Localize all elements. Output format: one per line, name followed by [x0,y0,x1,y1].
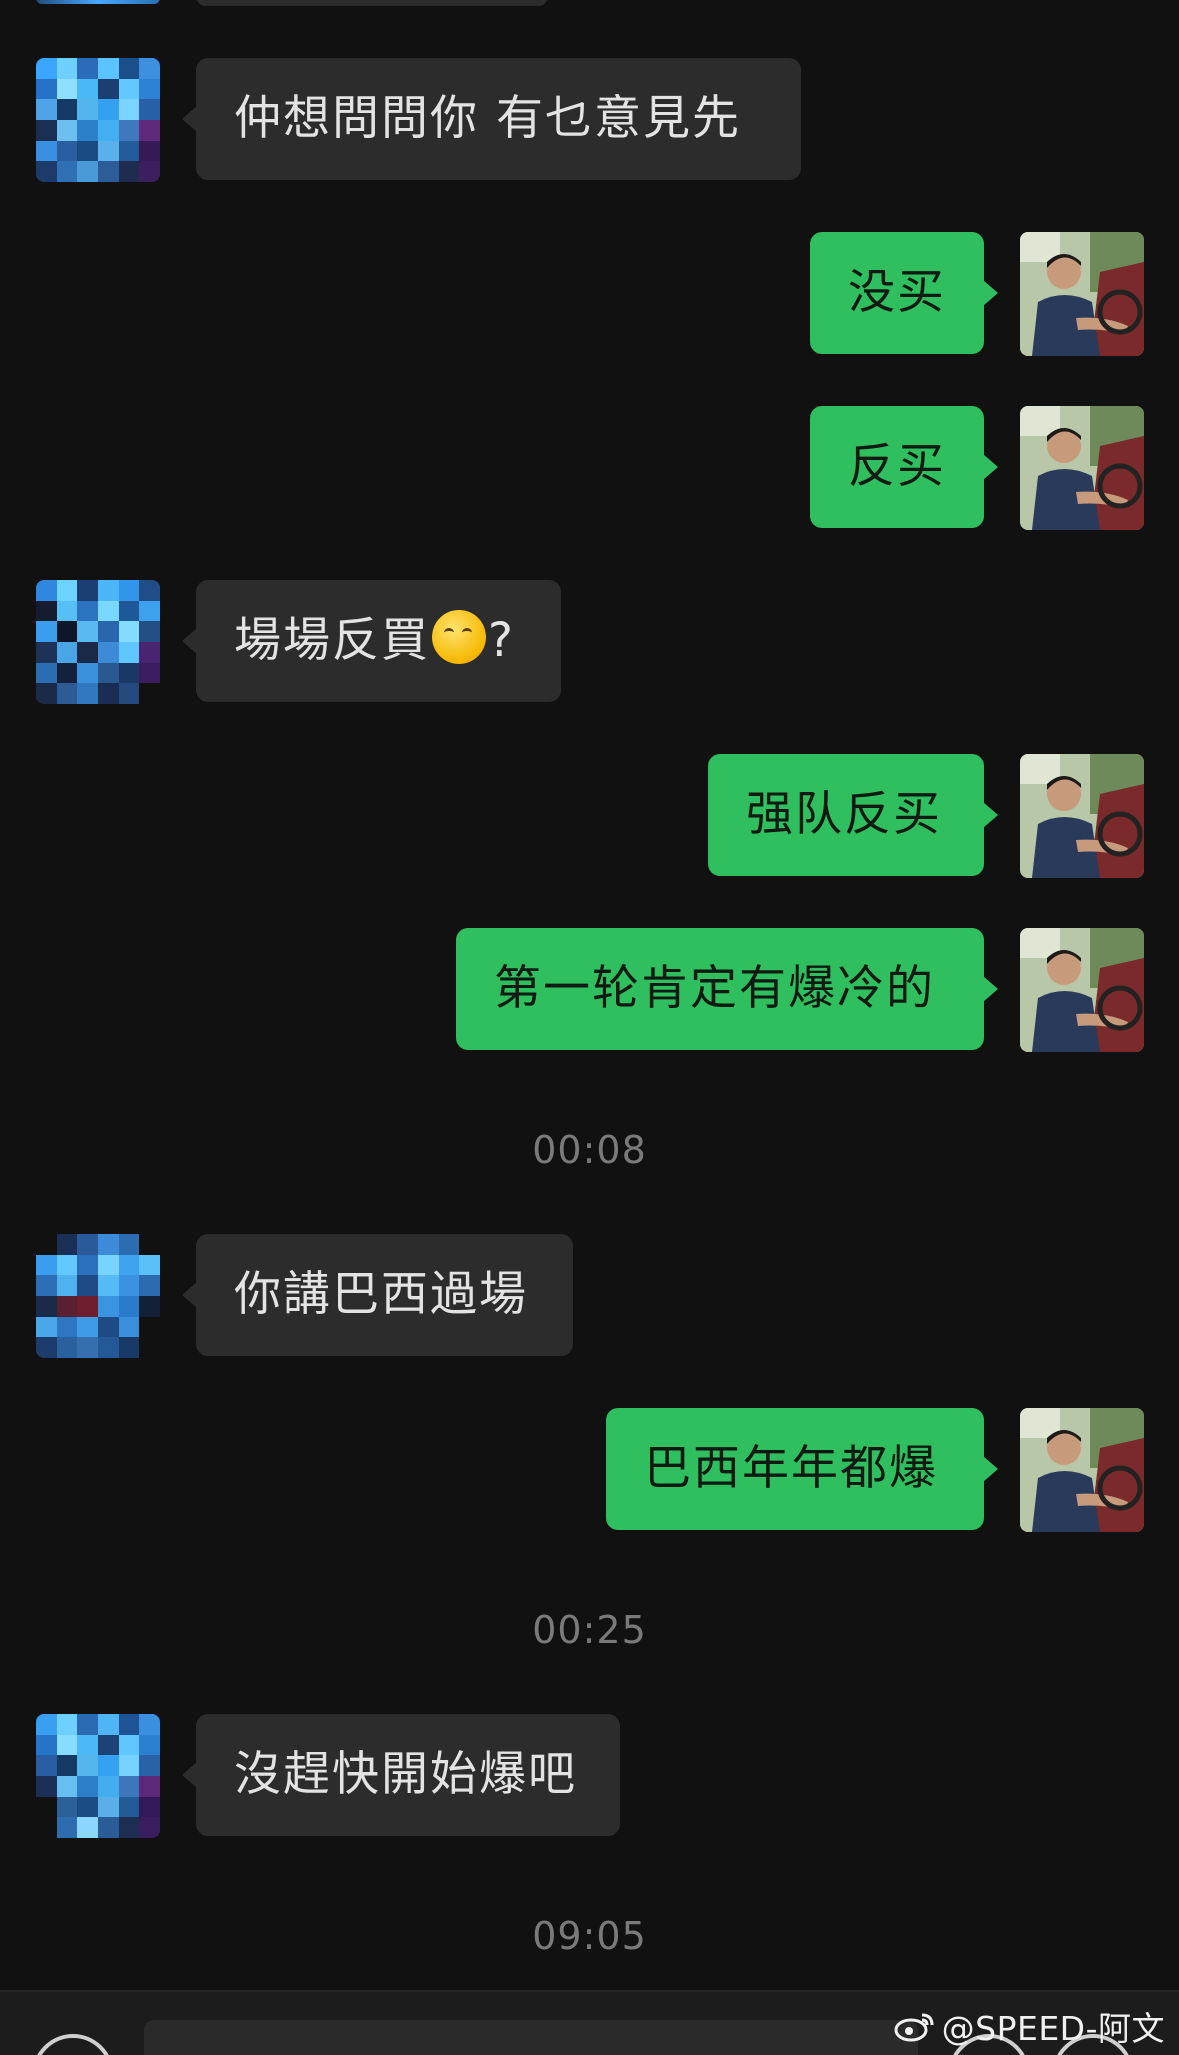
message-bubble[interactable]: 仲想問問你 有乜意見先 [182,58,801,180]
message-text: 你講巴西過場 [234,1267,528,1322]
message-text: 場場反買 [234,613,430,668]
user-avatar-photo [1020,1408,1144,1532]
message-text-suffix: ? [488,613,515,668]
user-avatar-photo [1020,928,1144,1052]
message-bubble[interactable]: 沒趕快開始爆吧 [182,1714,620,1836]
weibo-watermark: @SPEED-阿文 [894,2004,1165,2048]
message-bubble-partial [196,0,548,6]
message-bubble[interactable]: 强队反买 [708,754,998,876]
message-input[interactable] [144,2020,918,2055]
user-avatar-photo [1020,406,1144,530]
user-avatar[interactable] [1020,754,1144,878]
contact-avatar-pixelated[interactable] [36,58,160,182]
message-bubble[interactable]: 反买 [810,406,998,528]
message-text: 反买 [848,439,946,494]
voice-icon[interactable] [32,2034,114,2055]
contact-avatar-pixelated[interactable] [36,580,160,704]
message-bubble[interactable]: 第一轮肯定有爆冷的 [456,928,998,1050]
chat-message-list: 仲想問問你 有乜意見先 没买 反买 場場反買 ? 强队反买 第一轮肯定有爆冷的 … [0,0,1179,1990]
user-avatar-photo [1020,232,1144,356]
message-text: 巴西年年都爆 [644,1441,938,1496]
message-text: 第一轮肯定有爆冷的 [494,961,935,1016]
message-text: 强队反买 [746,787,942,842]
weibo-icon [894,2009,936,2043]
thinking-face-emoji-icon [432,610,486,664]
message-text: 没买 [848,265,946,320]
message-text: 沒趕快開始爆吧 [234,1747,577,1802]
message-bubble[interactable]: 没买 [810,232,998,354]
message-bubble[interactable]: 場場反買? [182,580,561,702]
user-avatar[interactable] [1020,928,1144,1052]
chat-timestamp: 00:25 [532,1608,647,1652]
user-avatar[interactable] [1020,406,1144,530]
message-bubble[interactable]: 巴西年年都爆 [606,1408,998,1530]
avatar-partial [36,0,160,4]
contact-avatar-pixelated[interactable] [36,1234,160,1358]
chat-timestamp: 09:05 [532,1914,647,1958]
user-avatar[interactable] [1020,232,1144,356]
watermark-text: @SPEED-阿文 [941,2009,1165,2048]
chat-timestamp: 00:08 [532,1128,647,1172]
message-bubble[interactable]: 你講巴西過場 [182,1234,573,1356]
user-avatar-photo [1020,754,1144,878]
contact-avatar-pixelated[interactable] [36,1714,160,1838]
user-avatar[interactable] [1020,1408,1144,1532]
message-text: 仲想問問你 有乜意見先 [234,91,741,146]
